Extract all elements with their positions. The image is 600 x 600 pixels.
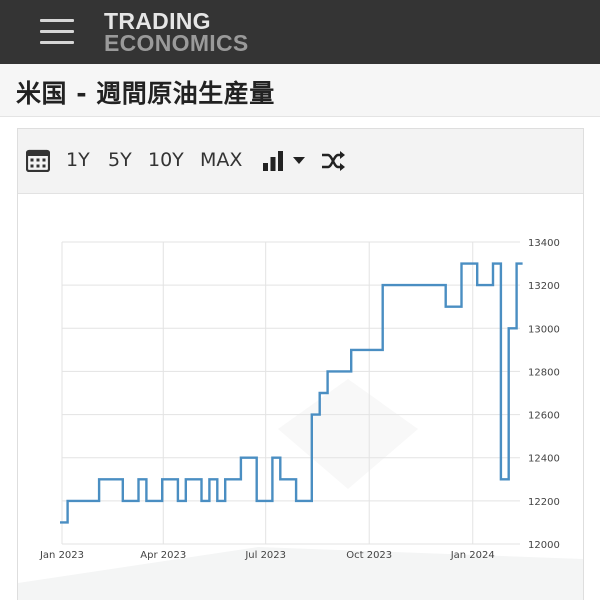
watermark-shape <box>18 547 583 600</box>
y-tick-label: 12200 <box>528 497 560 508</box>
page-title: 米国 - 週間原油生産量 <box>16 79 275 108</box>
x-tick-label: Oct 2023 <box>346 550 392 561</box>
top-navigation-bar: TRADING ECONOMICS <box>0 0 600 64</box>
y-tick-label: 12600 <box>528 411 560 422</box>
x-tick-label: Apr 2023 <box>140 550 186 561</box>
x-tick-label: Jan 2024 <box>450 550 495 561</box>
site-logo[interactable]: TRADING ECONOMICS <box>104 8 249 56</box>
logo-line-2: ECONOMICS <box>104 30 249 56</box>
x-tick-label: Jan 2023 <box>39 550 84 561</box>
y-axis-ticks: 13400 13200 13000 12800 12600 12400 12200 12000 <box>528 238 560 551</box>
logo-line-1: TRADING <box>104 8 211 34</box>
y-tick-label: 12000 <box>528 540 560 551</box>
title-bar: 米国 - 週間原油生産量 <box>0 64 600 117</box>
hamburger-menu-icon[interactable] <box>40 17 76 47</box>
horizontal-grid <box>62 241 520 545</box>
y-tick-label: 13000 <box>528 324 560 335</box>
x-tick-label: Jul 2023 <box>244 550 286 561</box>
chart-card: 1Y 5Y 10Y MAX 13400 13200 13000 12800 12600 1… <box>17 128 584 600</box>
y-tick-label: 12800 <box>528 367 560 378</box>
y-tick-label: 12400 <box>528 454 560 465</box>
line-chart: 13400 13200 13000 12800 12600 12400 12200 12000… <box>18 238 583 600</box>
watermark-shape <box>278 379 418 489</box>
y-tick-label: 13400 <box>528 238 560 249</box>
y-tick-label: 13200 <box>528 281 560 292</box>
series-line <box>60 262 523 524</box>
